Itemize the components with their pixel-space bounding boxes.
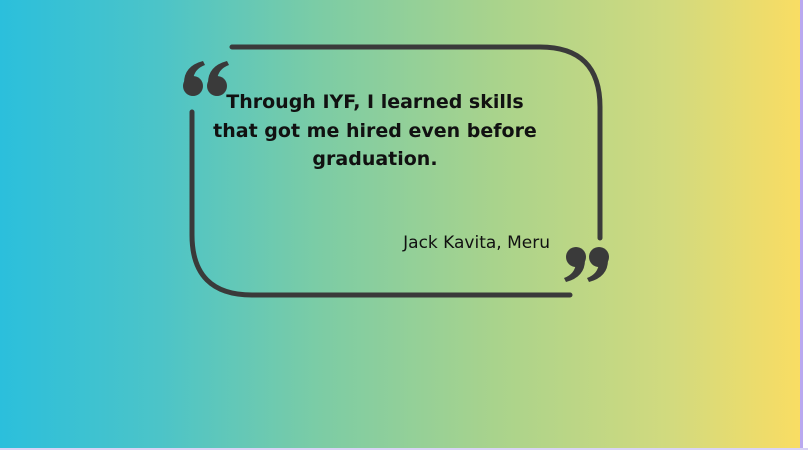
quote-author: Jack Kavita, Meru — [403, 233, 550, 253]
quote-text: Through IYF, I learned skills that got m… — [213, 91, 537, 170]
quote-frame — [183, 44, 609, 298]
testimonial-slide: Through IYF, I learned skills that got m… — [0, 0, 800, 450]
window-edge — [800, 0, 803, 450]
close-quote-icon — [564, 247, 609, 282]
